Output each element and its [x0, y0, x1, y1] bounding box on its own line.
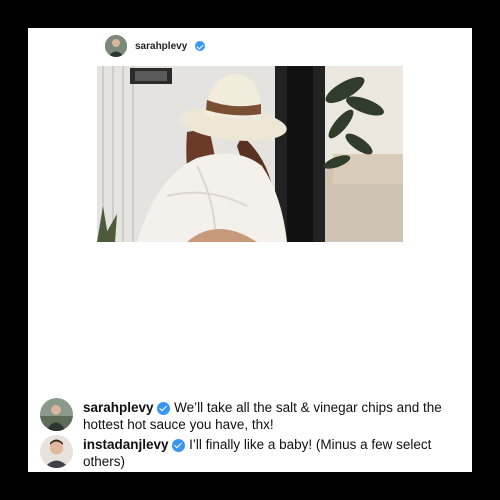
comment-item: sarahplevy We’ll take all the salt & vin…: [40, 398, 460, 433]
comment-username[interactable]: sarahplevy: [83, 400, 154, 415]
post-username[interactable]: sarahplevy: [135, 41, 187, 52]
post-photo[interactable]: [97, 66, 403, 242]
comment-item: instadanjlevy I’ll finally like a baby! …: [40, 435, 460, 470]
post-header: sarahplevy: [105, 34, 206, 58]
verified-badge-icon: [195, 41, 206, 51]
comment-username[interactable]: instadanjlevy: [83, 437, 169, 452]
comment-body: sarahplevy We’ll take all the salt & vin…: [83, 398, 460, 433]
instagram-post-card: sarahplevy sarahplevy We’ll take all the…: [28, 28, 472, 472]
verified-badge-icon: [172, 438, 186, 452]
avatar[interactable]: [40, 435, 73, 468]
verified-badge-icon: [157, 401, 171, 415]
avatar[interactable]: [105, 35, 127, 57]
comment-body: instadanjlevy I’ll finally like a baby! …: [83, 435, 460, 470]
avatar[interactable]: [40, 398, 73, 431]
